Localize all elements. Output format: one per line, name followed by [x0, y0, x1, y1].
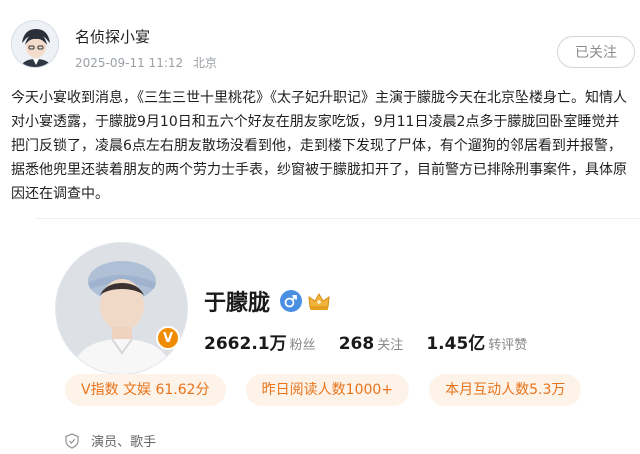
profile-avatar: [55, 242, 188, 375]
followers-label: 粉丝: [289, 338, 316, 353]
post-text: 今天小宴收到消息，《三生三世十里桃花》《太子妃升职记》主演于朦胧今天在北京坠楼身…: [11, 90, 627, 202]
verified-badge: V: [156, 326, 180, 350]
following-stat: 268 关注: [339, 334, 404, 354]
author-name[interactable]: 名侦探小宴: [75, 26, 150, 47]
follow-button[interactable]: 已关注: [557, 36, 635, 68]
profile-card: V 于朦胧 2662.1万 粉丝 268 关注 1.45亿 转评赞 V指数 文娱 61…: [35, 218, 640, 454]
post-meta: 2025-09-11 11:12 北京: [75, 54, 217, 71]
tag-v-index: V指数 文娱 61.62分: [65, 374, 226, 406]
shield-icon: [65, 433, 79, 449]
tag-daily-readers: 昨日阅读人数1000+: [245, 374, 410, 406]
profile-stats: 2662.1万 粉丝 268 关注 1.45亿 转评赞: [204, 329, 545, 355]
following-count: 268: [338, 334, 375, 354]
tag-monthly-interactions: 本月互动人数5.3万: [429, 374, 582, 406]
engagement-label: 转评赞: [488, 338, 528, 353]
crown-icon: [307, 291, 331, 311]
verification-row: 演员、歌手: [65, 431, 156, 450]
followers-stat: 2662.1万 粉丝: [204, 329, 316, 354]
engagement-stat: 1.45亿 转评赞: [426, 329, 527, 354]
engagement-count: 1.45亿: [426, 334, 486, 354]
post-header: 名侦探小宴 2025-09-11 11:12 北京 已关注: [0, 0, 640, 80]
followers-count: 2662.1万: [204, 334, 287, 354]
post-location: 北京: [192, 56, 217, 70]
profile-name: 于朦胧: [204, 291, 271, 316]
profile-tags: V指数 文娱 61.62分 昨日阅读人数1000+ 本月互动人数5.3万: [65, 374, 596, 406]
male-gender-icon: [280, 290, 302, 312]
author-avatar[interactable]: [11, 20, 59, 68]
post-timestamp: 2025-09-11 11:12: [75, 56, 184, 70]
following-label: 关注: [377, 338, 404, 353]
verification-text: 演员、歌手: [91, 435, 157, 450]
